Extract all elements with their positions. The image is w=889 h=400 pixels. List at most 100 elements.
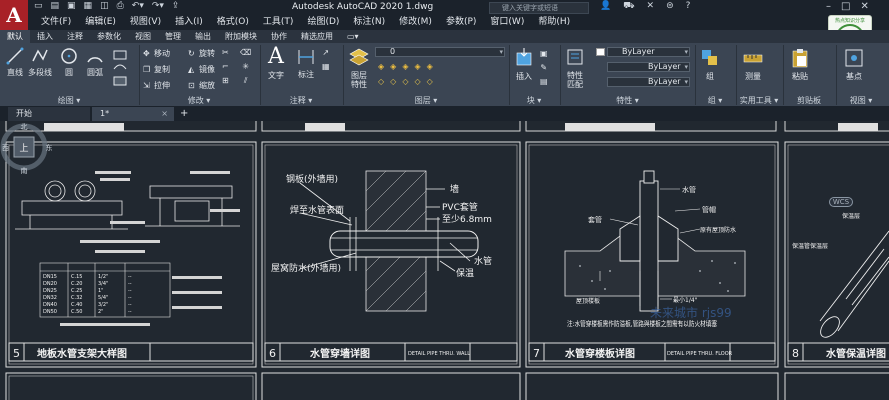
share-icon[interactable]: ⇪	[172, 1, 180, 11]
modify-extra-tools-2[interactable]: ⌫ ✳ ⫽	[240, 48, 251, 86]
save-icon[interactable]: ▣	[67, 1, 76, 11]
search-input[interactable]: 键入关键字或短语	[489, 2, 589, 14]
draw-panel-title: 绘图	[57, 96, 74, 105]
menu-file[interactable]: 文件(F)	[34, 15, 78, 29]
print-icon[interactable]: ⎙	[117, 1, 124, 11]
insert-block-icon	[516, 48, 532, 66]
clipboard-panel-label[interactable]: 剪贴板	[783, 95, 835, 107]
paste-button[interactable]: 粘贴	[790, 47, 810, 82]
application-menu-button[interactable]: A	[0, 0, 28, 30]
layer-properties-button[interactable]: 图层 特性	[348, 47, 370, 89]
wcs-menu[interactable]: WCS	[829, 197, 853, 207]
move-button[interactable]: ✥ 移动	[143, 48, 170, 59]
close-icon[interactable]: ✕	[860, 1, 868, 12]
ribbon-toggle-icon[interactable]: ▭▾	[340, 30, 366, 43]
tab-annotate[interactable]: 注释	[60, 30, 90, 43]
layer-tools-row-2[interactable]: ◇ ◇ ◇ ◇ ◇	[378, 77, 433, 86]
drawing-canvas[interactable]: DN15 C.15 1/2" -- DN20 C.20 3/4" -- DN25 C.25 1" --…	[0, 121, 889, 400]
menu-modify[interactable]: 修改(M)	[392, 15, 439, 29]
modify-extra-tools[interactable]: ✂ ⌐ ⊞	[222, 48, 229, 85]
layers-panel-label[interactable]: 图层 ▾	[343, 95, 509, 107]
match-properties-button[interactable]: 特性 匹配	[565, 47, 585, 89]
tab-start[interactable]: 开始	[8, 107, 90, 121]
block-extra-tools[interactable]: ▣ ✎ ▤	[540, 49, 548, 86]
utilities-panel-label[interactable]: 实用工具 ▾	[736, 95, 782, 107]
properties-panel-label[interactable]: 特性 ▾	[560, 95, 695, 107]
sign-in-icon[interactable]: 👤	[600, 1, 611, 12]
lineweight-dropdown[interactable]: ByLayer ▾	[607, 62, 690, 72]
tab-drawing[interactable]: 1* ×	[92, 107, 174, 121]
rotate-button[interactable]: ↻ 旋转	[188, 48, 215, 59]
annotation-panel-label[interactable]: 注释 ▾	[260, 95, 342, 107]
tab-manage[interactable]: 管理	[158, 30, 188, 43]
menu-dimension[interactable]: 标注(N)	[346, 15, 392, 29]
arc-button[interactable]: 圆弧	[86, 47, 104, 78]
account-icon[interactable]: ⊜	[666, 1, 674, 12]
redo-icon[interactable]: ↷▾	[152, 1, 164, 11]
circle-button[interactable]: 圆	[60, 47, 78, 78]
tab-collaborate[interactable]: 协作	[264, 30, 294, 43]
color-dropdown[interactable]: ByLayer ▾	[596, 47, 690, 57]
web-icon[interactable]: ◫	[100, 1, 109, 11]
tab-default[interactable]: 默认	[0, 30, 30, 43]
view-panel-label[interactable]: 视图 ▾	[836, 95, 886, 107]
scale-button[interactable]: ⊡ 缩放	[188, 80, 215, 91]
polyline-button[interactable]: 多段线	[28, 47, 52, 78]
measure-button[interactable]: 测量	[742, 47, 764, 82]
menu-draw[interactable]: 绘图(D)	[300, 15, 346, 29]
menu-tools[interactable]: 工具(T)	[256, 15, 301, 29]
line-button[interactable]: 直线	[6, 47, 24, 78]
table-cell: 1"	[98, 288, 103, 294]
cart-icon[interactable]: ⛟	[623, 1, 634, 12]
new-icon[interactable]: ▭	[34, 1, 43, 11]
stretch-button[interactable]: ⇲ 拉伸	[143, 80, 170, 91]
annotation-extra-tools[interactable]: ↗ ▦	[322, 48, 330, 71]
insert-block-button[interactable]: 插入	[514, 47, 534, 82]
draw-extra-tools[interactable]	[112, 49, 132, 89]
modify-panel-label[interactable]: 修改 ▾	[139, 95, 259, 107]
sheet-6-subtitle: DETAIL PIPE THRU. WALL	[408, 351, 470, 357]
undo-icon[interactable]: ↶▾	[132, 1, 144, 11]
table-cell: --	[128, 288, 132, 294]
text-button[interactable]: A 文字	[268, 46, 284, 81]
tab-view[interactable]: 视图	[128, 30, 158, 43]
layer-tools-row-1[interactable]: ◈ ◈ ◈ ◈ ◈	[378, 62, 433, 71]
viewcube-top-label[interactable]: 上	[19, 143, 28, 154]
save-as-icon[interactable]: ▦	[84, 1, 93, 11]
new-tab-icon[interactable]: +	[180, 107, 188, 121]
window-controls: – □ ✕	[826, 1, 869, 12]
viewcube-east: 东	[46, 143, 53, 152]
menu-parametric[interactable]: 参数(P)	[439, 15, 483, 29]
maximize-icon[interactable]: □	[841, 1, 850, 12]
tab-addins[interactable]: 附加模块	[218, 30, 264, 43]
draw-panel-label[interactable]: 绘图 ▾	[0, 95, 138, 107]
polyline-label: 多段线	[28, 68, 52, 77]
base-point-button[interactable]: 基点	[843, 47, 865, 82]
copy-button[interactable]: ❐ 复制	[143, 64, 170, 75]
group-button[interactable]: 组	[700, 47, 720, 82]
tab-parametric[interactable]: 参数化	[90, 30, 128, 43]
edit-block-icon: ✎	[540, 63, 548, 72]
menu-view[interactable]: 视图(V)	[123, 15, 168, 29]
open-icon[interactable]: ▤	[51, 1, 60, 11]
menu-edit[interactable]: 编辑(E)	[78, 15, 123, 29]
measure-icon	[743, 54, 763, 63]
help-icon[interactable]: ?	[686, 1, 691, 12]
tab-output[interactable]: 输出	[188, 30, 218, 43]
tab-insert[interactable]: 插入	[30, 30, 60, 43]
menu-help[interactable]: 帮助(H)	[531, 15, 577, 29]
linetype-dropdown[interactable]: ByLayer ▾	[607, 77, 690, 87]
dimension-button[interactable]: 标注	[296, 47, 316, 80]
groups-panel-label[interactable]: 组 ▾	[695, 95, 735, 107]
viewcube[interactable]: 上 北 南 东 西	[0, 121, 56, 181]
menu-window[interactable]: 窗口(W)	[483, 15, 531, 29]
close-icon[interactable]: ×	[161, 107, 168, 121]
exchange-icon[interactable]: ✕	[647, 1, 655, 12]
menu-format[interactable]: 格式(O)	[210, 15, 256, 29]
layer-dropdown[interactable]: 0 ▾	[375, 47, 505, 57]
minimize-icon[interactable]: –	[826, 1, 831, 12]
block-panel-label[interactable]: 块 ▾	[509, 95, 559, 107]
menu-insert[interactable]: 插入(I)	[168, 15, 210, 29]
tab-featured-apps[interactable]: 精选应用	[294, 30, 340, 43]
mirror-button[interactable]: ◭ 镜像	[188, 64, 215, 75]
